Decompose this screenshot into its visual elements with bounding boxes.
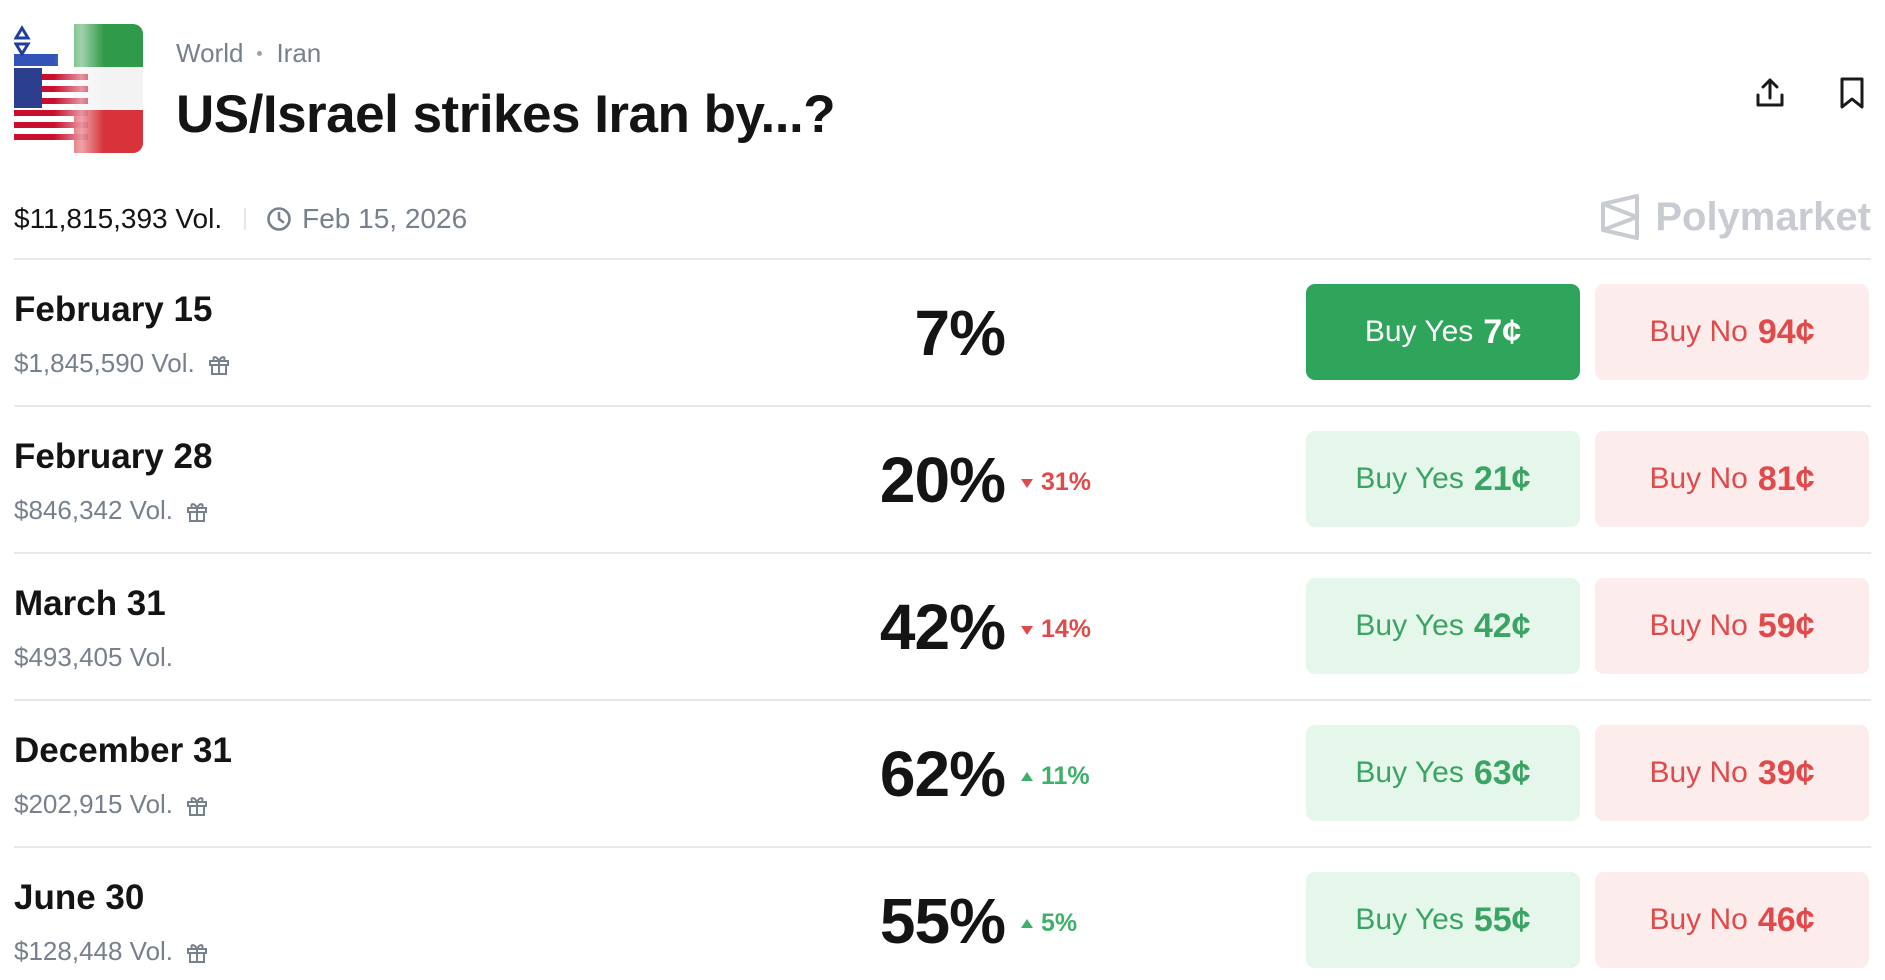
outcome-row[interactable]: March 31 $493,405 Vol. 42% 14% Buy Yes 4… <box>14 552 1871 699</box>
outcome-volume-text: $846,342 Vol. <box>14 495 174 525</box>
brand-name: Polymarket <box>1655 194 1871 239</box>
outcome-volume: $1,845,590 Vol. <box>14 348 231 379</box>
outcome-row[interactable]: December 31 $202,915 Vol. 62% 11% Buy Ye… <box>14 699 1871 846</box>
probability-value: 62% <box>879 738 1006 810</box>
probability-cell: 55% 5% <box>879 884 1199 957</box>
buy-yes-price: 42¢ <box>1473 606 1531 645</box>
change-indicator: 5% <box>1019 909 1077 938</box>
buy-no-label: Buy No <box>1649 462 1748 495</box>
buy-yes-price: 21¢ <box>1473 459 1531 498</box>
buy-yes-button[interactable]: Buy Yes 7¢ <box>1306 284 1580 380</box>
buy-yes-label: Buy Yes <box>1364 315 1474 348</box>
probability-cell: 42% 14% <box>879 590 1199 663</box>
outcome-label: February 28 <box>14 437 213 476</box>
buy-yes-label: Buy Yes <box>1355 903 1464 936</box>
buy-yes-button[interactable]: Buy Yes 55¢ <box>1306 872 1580 968</box>
buy-no-label: Buy No <box>1649 903 1748 936</box>
market-image <box>14 24 143 153</box>
polymarket-brand: Polymarket <box>1599 194 1871 240</box>
triangle-down-icon <box>1021 478 1033 488</box>
buy-no-price: 39¢ <box>1757 753 1815 792</box>
outcome-list: February 15 $1,845,590 Vol. 7% Buy Yes 7… <box>14 258 1871 980</box>
buy-yes-button[interactable]: Buy Yes 21¢ <box>1306 431 1580 527</box>
buy-no-button[interactable]: Buy No 39¢ <box>1595 725 1869 821</box>
probability-cell: 62% 11% <box>879 737 1199 810</box>
gift-icon <box>187 943 208 963</box>
header-actions <box>1751 72 1871 114</box>
buy-no-price: 81¢ <box>1757 459 1815 498</box>
change-value: 14% <box>1041 615 1092 643</box>
probability-value: 55% <box>879 885 1006 957</box>
breadcrumb-separator <box>257 51 263 56</box>
probability-cell: 20% 31% <box>879 443 1199 516</box>
change-indicator: 11% <box>1019 762 1090 791</box>
buy-yes-label: Buy Yes <box>1355 609 1464 642</box>
outcome-volume: $202,915 Vol. <box>14 789 209 820</box>
buy-yes-button[interactable]: Buy Yes 42¢ <box>1306 578 1580 674</box>
buy-no-button[interactable]: Buy No 46¢ <box>1595 872 1869 968</box>
outcome-volume: $493,405 Vol. <box>14 642 173 673</box>
outcome-volume-text: $202,915 Vol. <box>14 789 174 819</box>
change-indicator: 31% <box>1019 468 1091 497</box>
buy-yes-price: 7¢ <box>1483 312 1522 351</box>
outcome-label: June 30 <box>14 878 145 917</box>
bookmark-icon <box>1840 77 1864 109</box>
total-volume: $11,815,393 Vol. <box>14 203 223 234</box>
gift-icon <box>208 355 229 375</box>
share-icon <box>1756 78 1784 107</box>
buy-no-price: 46¢ <box>1757 900 1815 939</box>
buy-no-button[interactable]: Buy No 94¢ <box>1595 284 1869 380</box>
outcome-label: February 15 <box>14 290 213 329</box>
buy-no-button[interactable]: Buy No 59¢ <box>1595 578 1869 674</box>
change-indicator: 14% <box>1019 615 1091 644</box>
probability-value: 20% <box>879 444 1006 516</box>
market-header: World Iran US/Israel strikes Iran by...? <box>14 24 1871 154</box>
outcome-volume: $128,448 Vol. <box>14 936 209 967</box>
buy-no-button[interactable]: Buy No 81¢ <box>1595 431 1869 527</box>
meta-divider <box>244 208 247 230</box>
share-button[interactable] <box>1751 72 1789 114</box>
outcome-row[interactable]: February 28 $846,342 Vol. 20% 31% Buy Ye… <box>14 405 1871 552</box>
triangle-up-icon <box>1021 918 1033 928</box>
probability-value: 42% <box>879 591 1006 663</box>
flags-image <box>14 24 143 153</box>
clock-icon <box>267 207 291 231</box>
breadcrumb-iran[interactable]: Iran <box>276 38 321 69</box>
polymarket-logo-icon <box>1601 194 1640 240</box>
outcome-volume-text: $493,405 Vol. <box>14 642 174 672</box>
end-date: Feb 15, 2026 <box>266 203 467 235</box>
outcome-volume-text: $1,845,590 Vol. <box>14 348 195 378</box>
breadcrumb-world[interactable]: World <box>176 38 243 69</box>
change-value: 11% <box>1041 762 1090 790</box>
buy-yes-price: 63¢ <box>1473 753 1531 792</box>
gift-icon <box>187 796 208 816</box>
market-meta: $11,815,393 Vol. Feb 15, 2026 Polymarket <box>14 194 1871 240</box>
bookmark-button[interactable] <box>1833 72 1871 114</box>
buy-yes-label: Buy Yes <box>1355 462 1464 495</box>
buy-yes-button[interactable]: Buy Yes 63¢ <box>1306 725 1580 821</box>
triangle-down-icon <box>1021 625 1033 635</box>
buy-yes-label: Buy Yes <box>1355 756 1464 789</box>
outcome-label: March 31 <box>14 584 166 623</box>
outcome-volume: $846,342 Vol. <box>14 495 209 526</box>
buy-no-label: Buy No <box>1649 609 1748 642</box>
gift-icon <box>187 502 208 522</box>
buy-no-price: 59¢ <box>1757 606 1815 645</box>
outcome-label: December 31 <box>14 731 232 770</box>
outcome-row[interactable]: February 15 $1,845,590 Vol. 7% Buy Yes 7… <box>14 258 1871 405</box>
breadcrumb: World Iran <box>176 38 321 69</box>
buy-no-label: Buy No <box>1649 315 1748 348</box>
outcome-volume-text: $128,448 Vol. <box>14 936 174 966</box>
probability-value: 7% <box>914 297 1006 369</box>
change-value: 5% <box>1041 909 1078 937</box>
buy-no-label: Buy No <box>1649 756 1748 789</box>
page-title: US/Israel strikes Iran by...? <box>176 85 836 144</box>
buy-no-price: 94¢ <box>1757 312 1815 351</box>
outcome-row[interactable]: June 30 $128,448 Vol. 55% 5% Buy Yes 55¢… <box>14 846 1871 980</box>
end-date-text: Feb 15, 2026 <box>302 203 468 234</box>
buy-yes-price: 55¢ <box>1473 900 1531 939</box>
change-value: 31% <box>1041 468 1092 496</box>
probability-cell: 7% <box>879 296 1199 369</box>
triangle-up-icon <box>1021 771 1033 781</box>
